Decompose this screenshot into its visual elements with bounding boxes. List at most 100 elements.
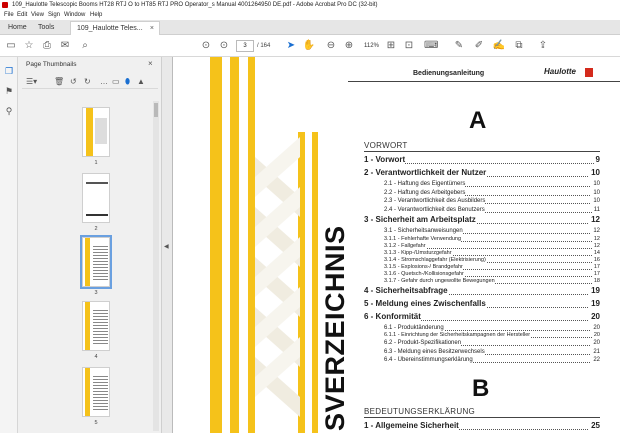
toc-entry[interactable]: 2.4 - Verantwortlichkeit des Benutzers 11 (384, 205, 600, 214)
menu-file[interactable]: File (4, 10, 14, 20)
toc-entry-page: 19 (589, 297, 600, 309)
acrobat-app-icon (2, 2, 8, 8)
toc-entry-page: 19 (589, 284, 600, 296)
toc-entry-title: 2 - Verantwortlichkeit der Nutzer (364, 167, 487, 178)
menu-window[interactable]: Window (64, 10, 85, 20)
rotate-left-icon[interactable]: ↺ (70, 76, 77, 88)
toc-entry[interactable]: 2 - Verantwortlichkeit der Nutzer 10 (364, 167, 600, 178)
toc-entry[interactable]: 6.4 - Übereinstimmungserklärung 22 (384, 356, 600, 364)
fit-page-icon[interactable]: ⊡ (402, 39, 416, 53)
toc-entry[interactable]: 1 - Vorwort 9 (364, 154, 600, 165)
zoom-in-icon[interactable]: ⊕ (342, 39, 356, 53)
thumbnail-label: 2 (94, 226, 98, 232)
toc-entry-title: 3.1.1 - Fehlerhafte Verwendung (384, 235, 462, 243)
toc-entry-page: 12 (591, 227, 600, 235)
vertical-title: SVERZEICHNIS (320, 225, 350, 431)
comment-icon[interactable]: ✎ (452, 39, 466, 53)
page-down-icon[interactable]: ⊙ (217, 39, 231, 53)
toc-entry[interactable]: 4 - Sicherheitsabfrage 19 (364, 284, 600, 296)
menu-edit[interactable]: Edit (17, 10, 27, 20)
logo-text: Haulotte (544, 67, 576, 76)
page-total: / 164 (257, 43, 271, 49)
tab-document-label: 109_Haulotte Teles... (77, 25, 143, 32)
thumbnail-page-4[interactable]: 4 (73, 301, 119, 360)
select-cursor-icon[interactable]: ➤ (284, 39, 298, 53)
document-viewer[interactable]: SVERZEICHNIS Bedienungsanleitung Haulott… (172, 57, 620, 433)
delete-page-icon[interactable]: 🗑 (54, 76, 64, 88)
more-options-icon[interactable]: … (100, 76, 108, 88)
options-menu-icon[interactable]: ☰▾ (26, 76, 37, 88)
shrink-thumb-icon[interactable]: ⬮ (125, 76, 130, 88)
toc-entry-title: 2.3 - Verantwortlichkeit des Ausbilders (384, 197, 486, 205)
toc-entry[interactable]: 5 - Meldung eines Zwischenfalls 19 (364, 297, 600, 309)
print-icon[interactable]: ⎙ (40, 39, 54, 53)
insert-page-icon[interactable]: ▭ (112, 76, 120, 88)
toc-entry[interactable]: 2.2 - Haftung des Arbeitgebers 10 (384, 188, 600, 197)
hand-tool-icon[interactable]: ✋ (302, 39, 316, 53)
title-bar: 109_Haulotte Telescopic Booms HT28 RTJ O… (0, 0, 620, 10)
thumbnail-page-2[interactable]: 2 (73, 173, 119, 232)
toc-entry[interactable]: 6.2 - Produkt-Spezifikationen 20 (384, 339, 600, 347)
toc-entry-title: 6.4 - Übereinstimmungserklärung (384, 356, 473, 364)
toc-entry[interactable]: 3.1.4 - Stromschlaggefahr (Elektrisierun… (384, 256, 600, 264)
attachments-icon[interactable]: ⚲ (3, 105, 15, 117)
tab-home[interactable]: Home (2, 20, 33, 35)
toc-entry-title: 2.1 - Haftung des Eigentümers (384, 180, 466, 188)
toc-entry-title: 6.3 - Meldung eines Besitzerwechsels (384, 347, 485, 356)
rotate-right-icon[interactable]: ↻ (84, 76, 91, 88)
panel-scrollbar[interactable] (153, 101, 159, 431)
toc-entry[interactable]: 1 - Allgemeine Sicherheit 25 (364, 420, 600, 431)
tab-close-icon[interactable]: × (150, 22, 154, 35)
thumbnail-page-5[interactable]: 5 (73, 367, 119, 426)
enlarge-thumb-icon[interactable]: ▲ (137, 76, 145, 88)
menu-sign[interactable]: Sign (48, 10, 60, 20)
email-icon[interactable]: ✉ (58, 39, 72, 53)
draw-icon[interactable]: ✍ (492, 39, 506, 53)
keyboard-icon[interactable]: ⌨ (424, 39, 438, 53)
zoom-out-icon[interactable]: ⊖ (324, 39, 338, 53)
thumbnail-page-1[interactable]: 1 (73, 107, 119, 166)
toc-entry[interactable]: 6.1 - Produktänderung 20 (384, 323, 600, 332)
section-rule (364, 417, 600, 418)
toc-entry[interactable]: 2.1 - Haftung des Eigentümers 10 (384, 180, 600, 188)
tab-document[interactable]: 109_Haulotte Teles... × (70, 21, 160, 35)
tab-tools[interactable]: Tools (32, 20, 60, 35)
haulotte-logo: Haulotte (542, 67, 596, 79)
toc-entry-page: 20 (591, 339, 600, 347)
share-icon[interactable]: ⇪ (536, 39, 550, 53)
toc-entry[interactable]: 2.3 - Verantwortlichkeit des Ausbilders 1… (384, 197, 600, 205)
toc-entry[interactable]: 6.3 - Meldung eines Besitzerwechsels 21 (384, 347, 600, 356)
thumbnail-image (82, 367, 110, 417)
save-icon[interactable]: ▭ (4, 39, 18, 53)
menu-view[interactable]: View (31, 10, 44, 20)
toc-entry-title: 6 - Konformität (364, 310, 421, 322)
toc-entry[interactable]: 3.1.6 - Quetsch-/Kollisionsgefahr 17 (384, 270, 600, 278)
toc-entry[interactable]: 3.1.2 - Fallgefahr 12 (384, 242, 600, 250)
toc-entry[interactable]: 3 - Sicherheit am Arbeitsplatz 12 (364, 214, 600, 225)
menu-help[interactable]: Help (90, 10, 102, 20)
stamp-icon[interactable]: ⧉ (512, 39, 526, 53)
toc-entry[interactable]: 3.1.3 - Kipp-/Umsturzgefahr 14 (384, 249, 600, 257)
search-icon[interactable]: ⌕ (78, 39, 92, 53)
collapse-arrow-icon[interactable]: ◀ (164, 243, 169, 250)
panel-splitter[interactable]: ◀ (162, 57, 172, 433)
toc-entry-page: 10 (591, 188, 600, 197)
toc-entry[interactable]: 3.1.1 - Fehlerhafte Verwendung 12 (384, 235, 600, 243)
bookmark-star-icon[interactable]: ☆ (22, 39, 36, 53)
window-title: 109_Haulotte Telescopic Booms HT28 RTJ O… (12, 2, 378, 8)
toc-entry[interactable]: 6 - Konformität 20 (364, 310, 600, 322)
bookmarks-icon[interactable]: ⚑ (3, 85, 15, 97)
panel-close-icon[interactable]: × (148, 59, 153, 68)
toc-entry-title: 2.4 - Verantwortlichkeit des Benutzers (384, 205, 485, 214)
toc-entry[interactable]: 3.1 - Sicherheitsanweisungen 12 (384, 227, 600, 235)
page-thumbnails-icon[interactable]: ❐ (3, 65, 15, 77)
highlight-pen-icon[interactable]: ✐ (472, 39, 486, 53)
toc-entry[interactable]: 6.1.1 - Einrichtung der Sicherheitskampa… (384, 332, 600, 339)
marquee-zoom-icon[interactable]: ⊞ (384, 39, 398, 53)
thumbnail-page-3[interactable]: 3 (73, 235, 119, 296)
panel-scroll-thumb[interactable] (154, 103, 158, 117)
toc-entry[interactable]: 3.1.5 - Explosions-/ Brandgefahr 17 (384, 263, 600, 271)
toc-entry[interactable]: 3.1.7 - Gefahr durch ungewollte Bewegung… (384, 277, 600, 285)
page-up-icon[interactable]: ⊙ (199, 39, 213, 53)
page-number-input[interactable]: 3 (236, 40, 254, 52)
